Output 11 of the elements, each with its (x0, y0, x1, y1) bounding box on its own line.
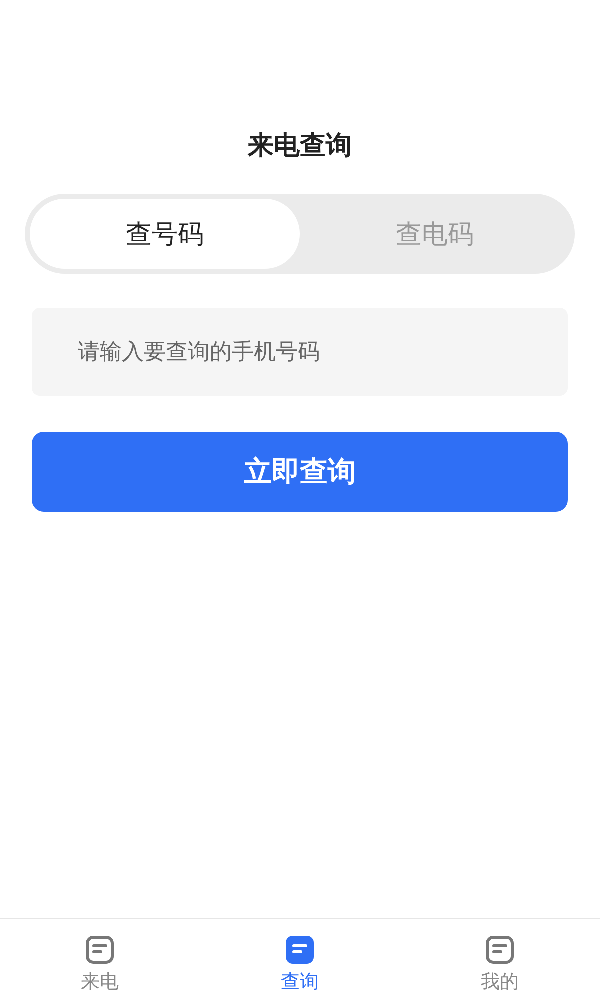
nav-label: 查询 (281, 971, 319, 995)
query-button[interactable]: 立即查询 (32, 432, 568, 512)
nav-item[interactable]: 查询 (200, 919, 400, 1000)
nav-label: 我的 (481, 971, 519, 995)
nav-item[interactable]: 来电 (0, 919, 200, 1000)
phone-input-field[interactable]: 请输入要查询的手机号码 (32, 308, 568, 396)
nav-item[interactable]: 我的 (400, 919, 600, 1000)
nav-label: 来电 (81, 971, 119, 995)
tab[interactable]: 查电码 (300, 199, 570, 269)
page-title: 来电查询 (246, 130, 353, 163)
tab[interactable]: 查号码 (30, 199, 300, 269)
